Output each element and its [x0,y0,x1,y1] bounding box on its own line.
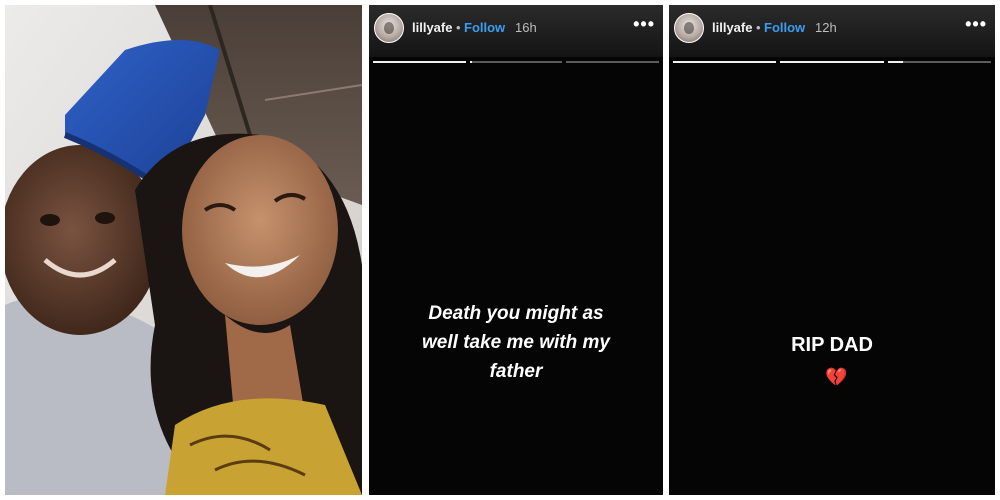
story-time: 12h [815,20,837,35]
broken-heart-icon: 💔 [825,367,848,387]
selfie-photo [5,5,362,495]
progress-segment [373,61,466,63]
follow-button[interactable]: Follow [464,20,505,35]
separator-dot: • [456,20,461,35]
story-time: 16h [515,20,537,35]
story-progress [673,61,991,63]
photo-panel [5,5,362,495]
username[interactable]: lillyafe [712,20,752,35]
story-progress [373,61,659,63]
progress-segment [566,61,659,63]
avatar[interactable] [674,13,704,43]
story-header: lillyafe • Follow 12h ••• [669,5,995,57]
progress-segment-fill [887,61,904,63]
follow-button[interactable]: Follow [764,20,805,35]
progress-segment [887,61,991,63]
avatar[interactable] [374,13,404,43]
story-text: RIP DAD [729,331,935,360]
story-text-line: Death you might as [428,303,604,324]
progress-segment [469,61,563,63]
story-text-line: RIP DAD [791,334,873,356]
progress-segment-fill [373,61,466,63]
more-options-icon[interactable]: ••• [965,14,987,34]
more-options-icon[interactable]: ••• [633,14,655,34]
username[interactable]: lillyafe [412,20,452,35]
story-text-line: father [489,361,543,382]
story-panel-2[interactable]: lillyafe • Follow 12h ••• RIP DAD 💔 [669,5,995,495]
progress-segment-fill [780,61,884,63]
story-text-line: well take me with my [422,332,610,353]
separator-dot: • [756,20,761,35]
story-text: Death you might as well take me with my … [389,299,643,386]
progress-segment-fill [673,61,777,63]
story-panel-1[interactable]: lillyafe • Follow 16h ••• Death you migh… [369,5,663,495]
progress-segment [673,61,777,63]
progress-segment-fill [469,61,472,63]
progress-segment [780,61,884,63]
story-header: lillyafe • Follow 16h ••• [369,5,663,57]
